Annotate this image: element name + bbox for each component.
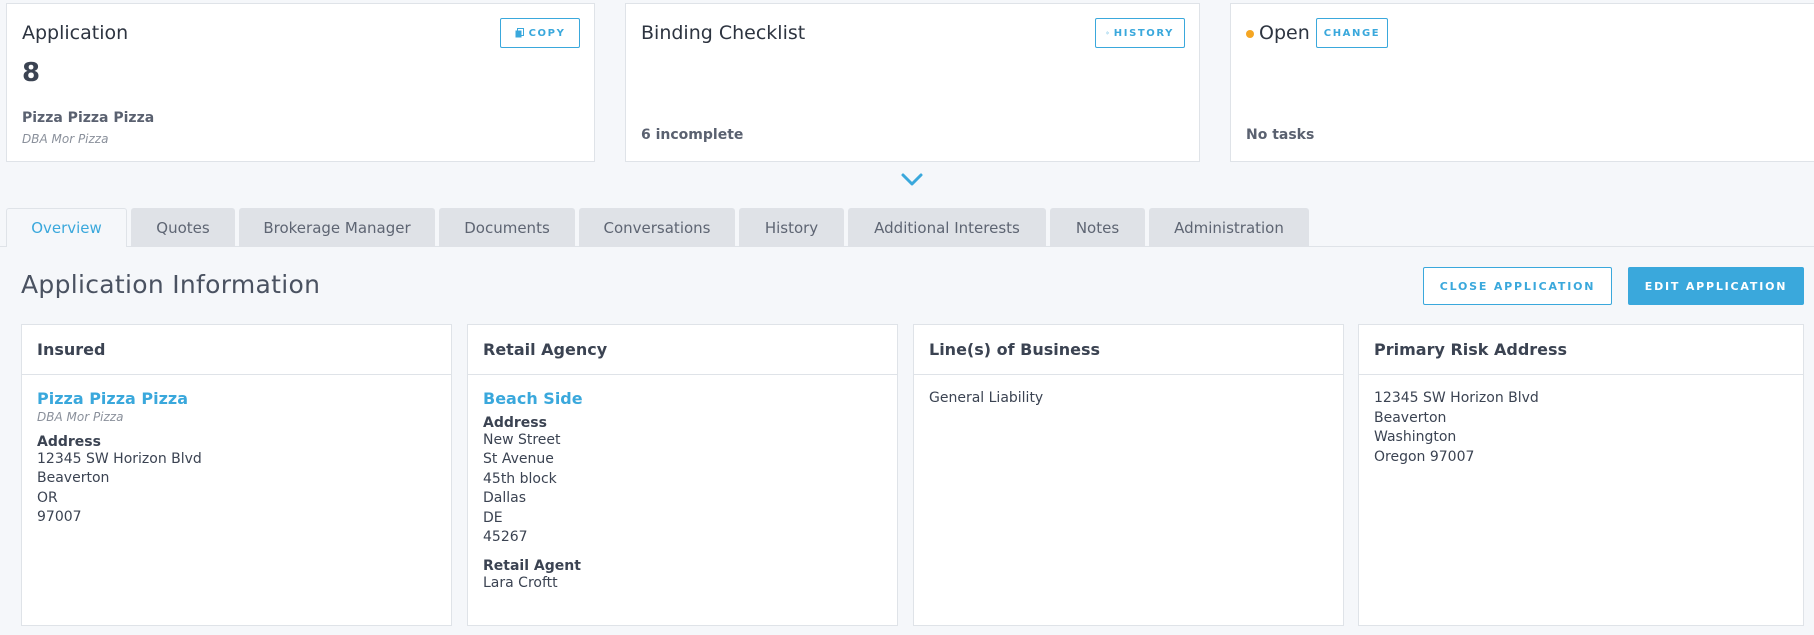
copy-button[interactable]: COPY <box>500 18 580 48</box>
line-of-business-heading: Line(s) of Business <box>914 325 1343 375</box>
status-card: Open CHANGE No tasks <box>1230 3 1814 162</box>
tab-quotes[interactable]: Quotes <box>131 208 235 247</box>
insured-panel: Insured Pizza Pizza Pizza DBA Mor Pizza … <box>21 324 452 626</box>
line-of-business-panel: Line(s) of Business General Liability <box>913 324 1344 626</box>
status-dot-icon <box>1246 29 1254 38</box>
primary-risk-address-panel: Primary Risk Address 12345 SW Horizon Bl… <box>1358 324 1804 626</box>
risk-address-line: Beaverton <box>1374 409 1447 426</box>
copy-icon <box>515 28 524 38</box>
line-of-business-value: General Liability <box>929 390 1044 406</box>
agency-address-label: Address <box>483 414 547 431</box>
retail-agency-panel: Retail Agency Beach Side Address New Str… <box>467 324 898 626</box>
agency-address-line: St Avenue <box>483 451 554 467</box>
status-tasks: No tasks <box>1246 127 1315 143</box>
binding-checklist-card: Binding Checklist HISTORY 6 incomplete <box>625 3 1200 162</box>
insured-name-link[interactable]: Pizza Pizza Pizza <box>37 389 436 409</box>
application-insured-name: Pizza Pizza Pizza <box>22 110 155 126</box>
copy-button-label: COPY <box>528 27 566 39</box>
history-button[interactable]: HISTORY <box>1095 18 1185 48</box>
history-icon <box>1106 31 1109 35</box>
tab-brokerage-manager[interactable]: Brokerage Manager <box>239 208 435 247</box>
agency-address-line: DE <box>483 509 503 526</box>
edit-application-button[interactable]: EDIT APPLICATION <box>1628 267 1804 305</box>
risk-address-line: Washington <box>1374 429 1457 445</box>
risk-address-line: Oregon 97007 <box>1374 448 1475 465</box>
retail-agent-label: Retail Agent <box>483 557 581 574</box>
status-label: Open <box>1259 22 1310 44</box>
tab-bar: Overview Quotes Brokerage Manager Docume… <box>6 208 1313 247</box>
tab-overview[interactable]: Overview <box>6 208 127 247</box>
page-title: Application Information <box>21 270 321 299</box>
retail-agency-heading: Retail Agency <box>468 325 897 375</box>
change-button-label: CHANGE <box>1323 27 1381 39</box>
insured-address-line: 97007 <box>37 509 82 525</box>
tab-additional-interests[interactable]: Additional Interests <box>848 208 1046 247</box>
tab-conversations[interactable]: Conversations <box>579 208 735 247</box>
tab-documents[interactable]: Documents <box>439 208 575 247</box>
change-status-button[interactable]: CHANGE <box>1316 18 1388 48</box>
insured-heading: Insured <box>22 325 451 375</box>
insured-address-line: OR <box>37 489 58 506</box>
application-card-title: Application <box>22 22 129 44</box>
history-button-label: HISTORY <box>1113 27 1174 39</box>
risk-address-line: 12345 SW Horizon Blvd <box>1374 390 1539 406</box>
binding-checklist-title: Binding Checklist <box>641 22 806 44</box>
retail-agent-name: Lara Croftt <box>483 574 558 591</box>
agency-name-link[interactable]: Beach Side <box>483 389 882 409</box>
chevron-down-icon[interactable] <box>899 170 925 190</box>
application-card: Application COPY 8 Pizza Pizza Pizza DBA… <box>6 3 595 162</box>
status-title: Open <box>1246 22 1310 44</box>
application-dba: DBA Mor Pizza <box>22 132 109 146</box>
application-number: 8 <box>22 58 41 88</box>
close-application-button[interactable]: CLOSE APPLICATION <box>1423 267 1612 305</box>
agency-address-line: 45th block <box>483 470 557 487</box>
checklist-status: 6 incomplete <box>641 127 744 143</box>
agency-address-line: Dallas <box>483 490 527 506</box>
tab-history[interactable]: History <box>739 208 844 247</box>
agency-address-line: 45267 <box>483 529 528 545</box>
insured-address-line: Beaverton <box>37 470 110 486</box>
insured-dba: DBA Mor Pizza <box>37 409 124 424</box>
agency-address-line: New Street <box>483 431 561 448</box>
tab-administration[interactable]: Administration <box>1149 208 1309 247</box>
tab-notes[interactable]: Notes <box>1050 208 1145 247</box>
primary-risk-address-heading: Primary Risk Address <box>1359 325 1803 375</box>
insured-address-label: Address <box>37 433 101 450</box>
insured-address-line: 12345 SW Horizon Blvd <box>37 450 202 467</box>
